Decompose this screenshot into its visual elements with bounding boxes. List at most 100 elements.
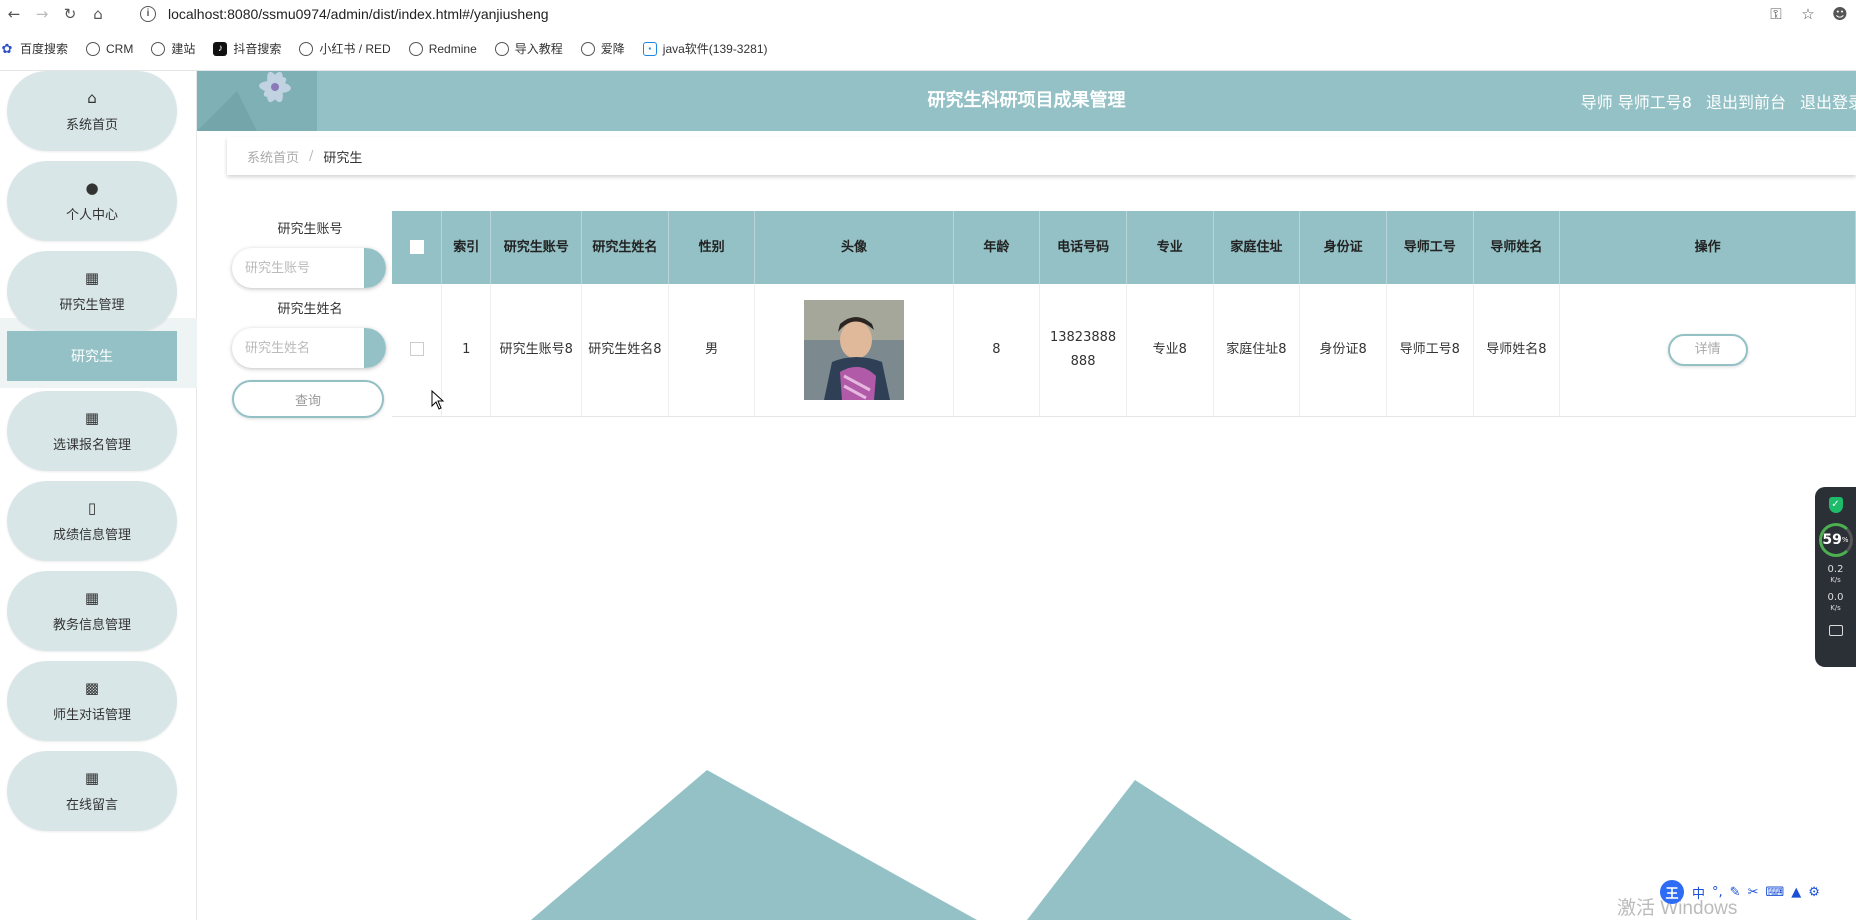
memory-usage-ring: 59%: [1818, 523, 1853, 557]
globe-icon: [408, 41, 423, 56]
detail-button[interactable]: 详情: [1667, 333, 1748, 366]
table-row: 1 研究生账号8 研究生姓名8 男 8 13823888888 专业8 家庭住址…: [392, 284, 1856, 417]
bookmark-item[interactable]: Redmine: [408, 41, 477, 56]
cell-age: 8: [953, 284, 1041, 417]
column-header[interactable]: 性别: [668, 211, 756, 284]
logout-link[interactable]: 退出登录: [1800, 89, 1856, 113]
cell-id-card: 身份证8: [1299, 284, 1387, 417]
bookmark-item[interactable]: 小红书 / RED: [299, 40, 391, 57]
download-unit: K/s: [1830, 604, 1841, 612]
input-cap: [364, 328, 386, 368]
profile-icon[interactable]: ☻: [1824, 5, 1856, 23]
breadcrumb-current: 研究生: [323, 150, 363, 166]
cell-name: 研究生姓名8: [581, 284, 669, 417]
query-button[interactable]: 查询: [232, 380, 384, 418]
search-panel: 研究生账号 研究生姓名 查询: [232, 220, 388, 418]
cell-index: 1: [441, 284, 492, 417]
avatar[interactable]: [803, 299, 904, 400]
back-icon[interactable]: ←: [0, 0, 28, 27]
sidebar-item-messages[interactable]: ▦ 在线留言: [7, 751, 177, 831]
account-search-input[interactable]: [232, 248, 352, 288]
bookmarks-bar: ✿ 百度搜索 CRM 建站 ♪ 抖音搜索 小红书 / RED Redmine 导入教…: [0, 27, 1856, 71]
ime-keyboard-icon[interactable]: ⌨: [1765, 885, 1784, 900]
upload-speed: 0.2 K/s: [1828, 565, 1844, 585]
cell-avatar: [754, 284, 954, 417]
bookmark-item[interactable]: ♪ 抖音搜索: [213, 40, 281, 57]
cell-gender: 男: [668, 284, 756, 417]
sidebar-item-grades[interactable]: ▯ 成绩信息管理: [7, 481, 177, 561]
column-header[interactable]: 研究生账号: [490, 211, 583, 284]
grid-icon: ▦: [84, 768, 100, 787]
tv-icon: ▪: [642, 41, 657, 56]
cell-actions: 详情: [1559, 284, 1856, 417]
name-label: 研究生姓名: [277, 302, 343, 317]
bar-chart-icon: ▩: [84, 678, 100, 697]
ime-shirt-icon[interactable]: ▲: [1791, 885, 1801, 900]
system-monitor-widget[interactable]: ✓ 59% 0.2 K/s 0.0 K/s: [1815, 487, 1856, 667]
account-input-wrapper: [232, 248, 386, 288]
forward-icon[interactable]: →: [28, 0, 56, 27]
sidebar-item-course-signup[interactable]: ▦ 选课报名管理: [7, 391, 177, 471]
cell-phone: 13823888888: [1039, 284, 1127, 417]
cell-tutor-name: 导师姓名8: [1473, 284, 1561, 417]
grid-icon: ▦: [84, 588, 100, 607]
site-info-icon[interactable]: i: [140, 5, 156, 22]
column-header[interactable]: 研究生姓名: [581, 211, 669, 284]
sidebar-item-label: 在线留言: [65, 797, 118, 813]
column-header[interactable]: 专业: [1126, 211, 1214, 284]
memory-percent: 59: [1822, 532, 1842, 548]
star-icon[interactable]: ☆: [1792, 5, 1824, 23]
sidebar-item-label: 研究生管理: [59, 297, 125, 313]
row-checkbox[interactable]: [409, 342, 424, 357]
mouse-cursor-icon: [431, 390, 445, 410]
paw-icon: ✿: [1, 40, 13, 56]
column-header[interactable]: 身份证: [1299, 211, 1387, 284]
column-header[interactable]: 年龄: [953, 211, 1041, 284]
sidebar-item-dialogue[interactable]: ▩ 师生对话管理: [7, 661, 177, 741]
top-header: 研究生科研项目成果管理 导师 导师工号8 退出到前台 退出登录: [197, 71, 1856, 131]
ime-scissors-icon[interactable]: ✂: [1748, 885, 1759, 900]
home-icon[interactable]: ⌂: [84, 0, 112, 27]
bookmark-item[interactable]: 建站: [151, 40, 195, 57]
select-all-cell: [392, 211, 442, 284]
breadcrumb: 系统首页 / 研究生: [227, 137, 1856, 175]
select-all-checkbox[interactable]: [409, 240, 424, 254]
home-icon: ⌂: [87, 88, 97, 107]
ime-gear-icon[interactable]: ⚙: [1808, 885, 1820, 900]
column-header[interactable]: 导师姓名: [1473, 211, 1561, 284]
column-header[interactable]: 电话号码: [1039, 211, 1127, 284]
reload-icon[interactable]: ↻: [56, 0, 84, 27]
column-header[interactable]: 头像: [754, 211, 954, 284]
column-header[interactable]: 索引: [441, 211, 492, 284]
sidebar-item-label: 教务信息管理: [52, 617, 131, 633]
breadcrumb-home[interactable]: 系统首页: [247, 147, 299, 166]
sidebar-item-home[interactable]: ⌂ 系统首页: [7, 71, 177, 151]
sidebar-item-label: 选课报名管理: [52, 437, 131, 453]
key-icon[interactable]: ⚿: [1760, 5, 1792, 23]
breadcrumb-separator: /: [309, 148, 314, 164]
url-field[interactable]: i localhost:8080/ssmu0974/admin/dist/ind…: [140, 0, 549, 27]
shield-check-icon: ✓: [1828, 497, 1843, 513]
bookmark-item[interactable]: CRM: [86, 41, 133, 56]
sidebar-subitem-student[interactable]: 研究生: [7, 331, 177, 381]
sidebar-item-students[interactable]: ▦ 研究生管理: [7, 251, 177, 331]
bookmark-item[interactable]: ✿ 百度搜索: [0, 40, 68, 57]
name-search-input[interactable]: [232, 328, 352, 368]
upload-unit: K/s: [1830, 576, 1841, 584]
bookmark-item[interactable]: ▪ java软件(139-3281): [642, 40, 768, 57]
sidebar-item-profile[interactable]: ● 个人中心: [7, 161, 177, 241]
ime-logo-icon[interactable]: 王: [1660, 880, 1684, 904]
camera-icon[interactable]: [1828, 625, 1843, 636]
ime-pen-icon[interactable]: ✎: [1730, 885, 1741, 900]
column-header[interactable]: 家庭住址: [1213, 211, 1301, 284]
sidebar: ⌂ 系统首页 ● 个人中心 ▦ 研究生管理 研究生 ▦ 选课报名管理 ▯ 成绩信…: [0, 71, 197, 920]
column-header[interactable]: 导师工号: [1386, 211, 1474, 284]
front-link[interactable]: 退出到前台: [1706, 89, 1786, 113]
ime-chinese-icon[interactable]: 中: [1692, 883, 1705, 902]
ime-punct-icon[interactable]: °,: [1712, 885, 1723, 900]
cell-address: 家庭住址8: [1213, 284, 1301, 417]
student-table: 索引 研究生账号 研究生姓名 性别 头像 年龄 电话号码 专业 家庭住址 身份证…: [392, 211, 1856, 417]
sidebar-item-academic[interactable]: ▦ 教务信息管理: [7, 571, 177, 651]
bookmark-item[interactable]: 导入教程: [494, 40, 563, 57]
bookmark-item[interactable]: 爱降: [580, 40, 625, 57]
